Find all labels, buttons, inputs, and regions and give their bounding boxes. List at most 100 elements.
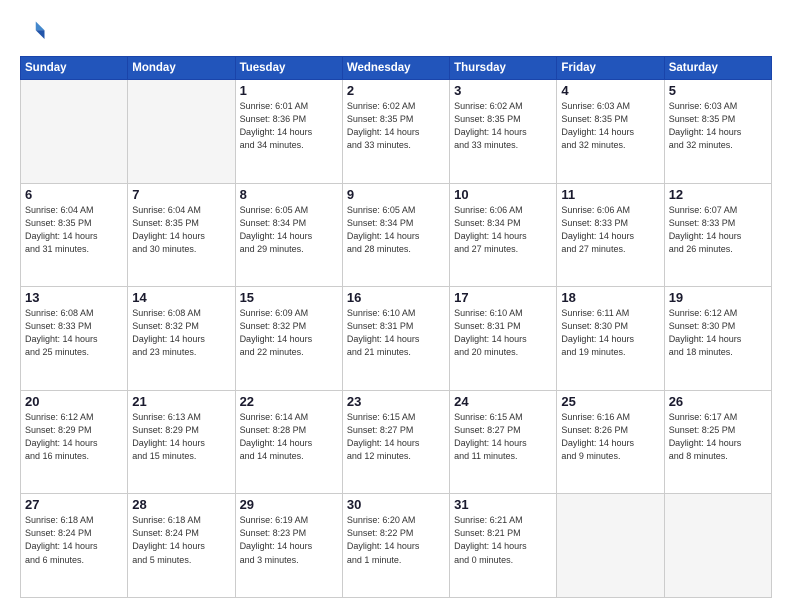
day-number: 20	[25, 394, 123, 409]
calendar-cell: 21 Sunrise: 6:13 AM Sunset: 8:29 PM Dayli…	[128, 390, 235, 494]
calendar-cell: 19 Sunrise: 6:12 AM Sunset: 8:30 PM Dayli…	[664, 287, 771, 391]
day-number: 3	[454, 83, 552, 98]
calendar-row: 6Sunrise: 6:04 AM Sunset: 8:35 PM Daylig…	[21, 183, 772, 287]
day-info: Sunrise: 6:03 AM Sunset: 8:35 PM Dayligh…	[561, 100, 659, 152]
calendar-cell: 23 Sunrise: 6:15 AM Sunset: 8:27 PM Dayli…	[342, 390, 449, 494]
day-number: 19	[669, 290, 767, 305]
calendar-header-tuesday: Tuesday	[235, 57, 342, 80]
calendar-header-row: SundayMondayTuesdayWednesdayThursdayFrid…	[21, 57, 772, 80]
day-info: Sunrise: 6:06 AM Sunset: 8:33 PM Dayligh…	[561, 204, 659, 256]
calendar-cell: 10 Sunrise: 6:06 AM Sunset: 8:34 PM Dayli…	[450, 183, 557, 287]
calendar-cell: 1 Sunrise: 6:01 AM Sunset: 8:36 PM Daylig…	[235, 80, 342, 184]
day-number: 12	[669, 187, 767, 202]
day-number: 29	[240, 497, 338, 512]
day-number: 13	[25, 290, 123, 305]
day-info: Sunrise: 6:18 AM Sunset: 8:24 PM Dayligh…	[25, 514, 123, 566]
logo	[20, 18, 52, 46]
calendar-cell: 29 Sunrise: 6:19 AM Sunset: 8:23 PM Dayli…	[235, 494, 342, 598]
day-number: 14	[132, 290, 230, 305]
day-number: 21	[132, 394, 230, 409]
calendar-cell: 17Sunrise: 6:10 AM Sunset: 8:31 PM Dayli…	[450, 287, 557, 391]
day-number: 26	[669, 394, 767, 409]
day-info: Sunrise: 6:18 AM Sunset: 8:24 PM Dayligh…	[132, 514, 230, 566]
day-number: 17	[454, 290, 552, 305]
calendar-cell	[128, 80, 235, 184]
day-number: 1	[240, 83, 338, 98]
calendar-cell: 11 Sunrise: 6:06 AM Sunset: 8:33 PM Dayli…	[557, 183, 664, 287]
calendar-cell: 6Sunrise: 6:04 AM Sunset: 8:35 PM Daylig…	[21, 183, 128, 287]
day-info: Sunrise: 6:16 AM Sunset: 8:26 PM Dayligh…	[561, 411, 659, 463]
day-info: Sunrise: 6:09 AM Sunset: 8:32 PM Dayligh…	[240, 307, 338, 359]
day-info: Sunrise: 6:01 AM Sunset: 8:36 PM Dayligh…	[240, 100, 338, 152]
calendar-cell: 26 Sunrise: 6:17 AM Sunset: 8:25 PM Dayli…	[664, 390, 771, 494]
calendar-cell: 28 Sunrise: 6:18 AM Sunset: 8:24 PM Dayli…	[128, 494, 235, 598]
day-info: Sunrise: 6:05 AM Sunset: 8:34 PM Dayligh…	[240, 204, 338, 256]
day-number: 7	[132, 187, 230, 202]
calendar-cell: 9Sunrise: 6:05 AM Sunset: 8:34 PM Daylig…	[342, 183, 449, 287]
calendar-cell: 18 Sunrise: 6:11 AM Sunset: 8:30 PM Dayli…	[557, 287, 664, 391]
calendar-cell: 24 Sunrise: 6:15 AM Sunset: 8:27 PM Dayli…	[450, 390, 557, 494]
day-info: Sunrise: 6:21 AM Sunset: 8:21 PM Dayligh…	[454, 514, 552, 566]
calendar-cell	[557, 494, 664, 598]
calendar-cell: 8 Sunrise: 6:05 AM Sunset: 8:34 PM Daylig…	[235, 183, 342, 287]
calendar-cell: 5 Sunrise: 6:03 AM Sunset: 8:35 PM Daylig…	[664, 80, 771, 184]
calendar-cell: 30Sunrise: 6:20 AM Sunset: 8:22 PM Dayli…	[342, 494, 449, 598]
day-number: 25	[561, 394, 659, 409]
day-info: Sunrise: 6:02 AM Sunset: 8:35 PM Dayligh…	[454, 100, 552, 152]
page: SundayMondayTuesdayWednesdayThursdayFrid…	[0, 0, 792, 612]
day-info: Sunrise: 6:15 AM Sunset: 8:27 PM Dayligh…	[347, 411, 445, 463]
calendar-header-monday: Monday	[128, 57, 235, 80]
day-info: Sunrise: 6:17 AM Sunset: 8:25 PM Dayligh…	[669, 411, 767, 463]
calendar-cell: 27 Sunrise: 6:18 AM Sunset: 8:24 PM Dayli…	[21, 494, 128, 598]
calendar-cell: 4Sunrise: 6:03 AM Sunset: 8:35 PM Daylig…	[557, 80, 664, 184]
day-number: 5	[669, 83, 767, 98]
day-number: 8	[240, 187, 338, 202]
day-info: Sunrise: 6:12 AM Sunset: 8:29 PM Dayligh…	[25, 411, 123, 463]
day-info: Sunrise: 6:08 AM Sunset: 8:32 PM Dayligh…	[132, 307, 230, 359]
day-number: 31	[454, 497, 552, 512]
day-info: Sunrise: 6:02 AM Sunset: 8:35 PM Dayligh…	[347, 100, 445, 152]
day-number: 18	[561, 290, 659, 305]
calendar-cell: 7Sunrise: 6:04 AM Sunset: 8:35 PM Daylig…	[128, 183, 235, 287]
day-number: 27	[25, 497, 123, 512]
day-info: Sunrise: 6:13 AM Sunset: 8:29 PM Dayligh…	[132, 411, 230, 463]
calendar-header-friday: Friday	[557, 57, 664, 80]
logo-icon	[20, 18, 48, 46]
calendar-table: SundayMondayTuesdayWednesdayThursdayFrid…	[20, 56, 772, 598]
calendar-cell	[21, 80, 128, 184]
day-info: Sunrise: 6:07 AM Sunset: 8:33 PM Dayligh…	[669, 204, 767, 256]
calendar-row: 20 Sunrise: 6:12 AM Sunset: 8:29 PM Dayli…	[21, 390, 772, 494]
day-info: Sunrise: 6:15 AM Sunset: 8:27 PM Dayligh…	[454, 411, 552, 463]
day-number: 10	[454, 187, 552, 202]
day-info: Sunrise: 6:12 AM Sunset: 8:30 PM Dayligh…	[669, 307, 767, 359]
day-number: 2	[347, 83, 445, 98]
day-number: 24	[454, 394, 552, 409]
calendar-cell: 16 Sunrise: 6:10 AM Sunset: 8:31 PM Dayli…	[342, 287, 449, 391]
calendar-row: 1 Sunrise: 6:01 AM Sunset: 8:36 PM Daylig…	[21, 80, 772, 184]
header	[20, 18, 772, 46]
day-number: 30	[347, 497, 445, 512]
day-info: Sunrise: 6:10 AM Sunset: 8:31 PM Dayligh…	[347, 307, 445, 359]
day-number: 15	[240, 290, 338, 305]
day-info: Sunrise: 6:11 AM Sunset: 8:30 PM Dayligh…	[561, 307, 659, 359]
day-info: Sunrise: 6:19 AM Sunset: 8:23 PM Dayligh…	[240, 514, 338, 566]
calendar-cell: 12 Sunrise: 6:07 AM Sunset: 8:33 PM Dayli…	[664, 183, 771, 287]
day-number: 28	[132, 497, 230, 512]
calendar-cell: 14 Sunrise: 6:08 AM Sunset: 8:32 PM Dayli…	[128, 287, 235, 391]
calendar-cell: 20 Sunrise: 6:12 AM Sunset: 8:29 PM Dayli…	[21, 390, 128, 494]
day-info: Sunrise: 6:14 AM Sunset: 8:28 PM Dayligh…	[240, 411, 338, 463]
calendar-cell: 22Sunrise: 6:14 AM Sunset: 8:28 PM Dayli…	[235, 390, 342, 494]
day-number: 23	[347, 394, 445, 409]
calendar-header-saturday: Saturday	[664, 57, 771, 80]
calendar-cell: 25 Sunrise: 6:16 AM Sunset: 8:26 PM Dayli…	[557, 390, 664, 494]
day-info: Sunrise: 6:08 AM Sunset: 8:33 PM Dayligh…	[25, 307, 123, 359]
day-info: Sunrise: 6:03 AM Sunset: 8:35 PM Dayligh…	[669, 100, 767, 152]
day-number: 16	[347, 290, 445, 305]
calendar-row: 13 Sunrise: 6:08 AM Sunset: 8:33 PM Dayli…	[21, 287, 772, 391]
day-info: Sunrise: 6:04 AM Sunset: 8:35 PM Dayligh…	[25, 204, 123, 256]
day-info: Sunrise: 6:06 AM Sunset: 8:34 PM Dayligh…	[454, 204, 552, 256]
calendar-header-thursday: Thursday	[450, 57, 557, 80]
calendar-row: 27 Sunrise: 6:18 AM Sunset: 8:24 PM Dayli…	[21, 494, 772, 598]
day-number: 9	[347, 187, 445, 202]
day-number: 11	[561, 187, 659, 202]
